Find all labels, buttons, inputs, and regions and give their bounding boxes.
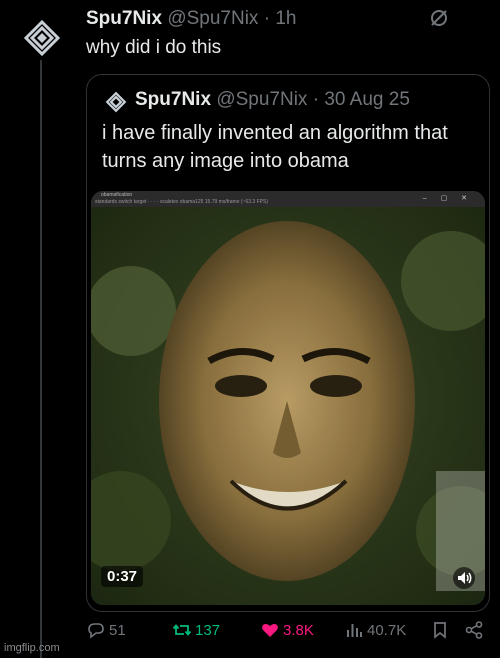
like-count: 3.8K (283, 621, 314, 639)
repost-count: 137 (195, 621, 221, 639)
video-frame (91, 191, 485, 605)
sputnix-logo-icon (105, 91, 127, 113)
reply-button[interactable]: 51 (86, 620, 126, 640)
tweet-time[interactable]: 1h (275, 8, 296, 29)
app-subtitle: standards switch target · · · · scaletex… (95, 199, 268, 205)
separator: · (263, 8, 271, 29)
bookmark-icon (434, 622, 446, 639)
window-buttons: – ▢ ✕ (422, 195, 473, 202)
quoted-separator: · (312, 89, 320, 110)
no-entry-icon[interactable] (428, 7, 450, 29)
author-handle[interactable]: @Spu7Nix (167, 8, 258, 29)
quoted-author-name: Spu7Nix (135, 89, 212, 110)
quoted-avatar (105, 91, 127, 113)
quoted-tweet[interactable]: Spu7Nix @Spu7Nix · 30 Aug 25 i have fina… (86, 74, 490, 612)
author-name[interactable]: Spu7Nix (86, 8, 162, 29)
tweet-header: Spu7Nix @Spu7Nix · 1h (86, 8, 296, 30)
avatar[interactable] (22, 18, 62, 58)
view-count: 40.7K (367, 621, 407, 639)
like-button[interactable]: 3.8K (260, 620, 314, 640)
quoted-author-handle: @Spu7Nix (216, 89, 308, 110)
share-icon (465, 621, 483, 639)
views-button[interactable]: 40.7K (344, 620, 406, 640)
quoted-text: i have finally invented an algorithm tha… (102, 122, 448, 172)
quoted-header: Spu7Nix @Spu7Nix · 30 Aug 25 (135, 89, 410, 111)
bookmark-button[interactable] (430, 620, 450, 640)
share-button[interactable] (464, 620, 484, 640)
volume-icon[interactable] (453, 567, 475, 589)
tweet-text: why did i do this (86, 37, 222, 58)
video-player[interactable]: obamafication standards switch target · … (91, 191, 485, 605)
heart-icon (262, 623, 278, 637)
app-title-bar: obamafication standards switch target · … (91, 191, 485, 207)
repost-button[interactable]: 137 (172, 620, 220, 640)
repost-icon (172, 624, 192, 636)
action-bar: 51 137 3.8K 40.7K (86, 620, 491, 644)
reply-count: 51 (109, 621, 126, 639)
video-duration: 0:37 (101, 566, 144, 587)
thread-line (40, 60, 42, 658)
sputnix-logo-icon (23, 19, 61, 57)
analytics-icon (347, 624, 362, 637)
reply-icon (88, 623, 104, 639)
app-title: obamafication (101, 192, 133, 198)
watermark: imgflip.com (4, 642, 60, 654)
quoted-date: 30 Aug 25 (324, 89, 410, 110)
